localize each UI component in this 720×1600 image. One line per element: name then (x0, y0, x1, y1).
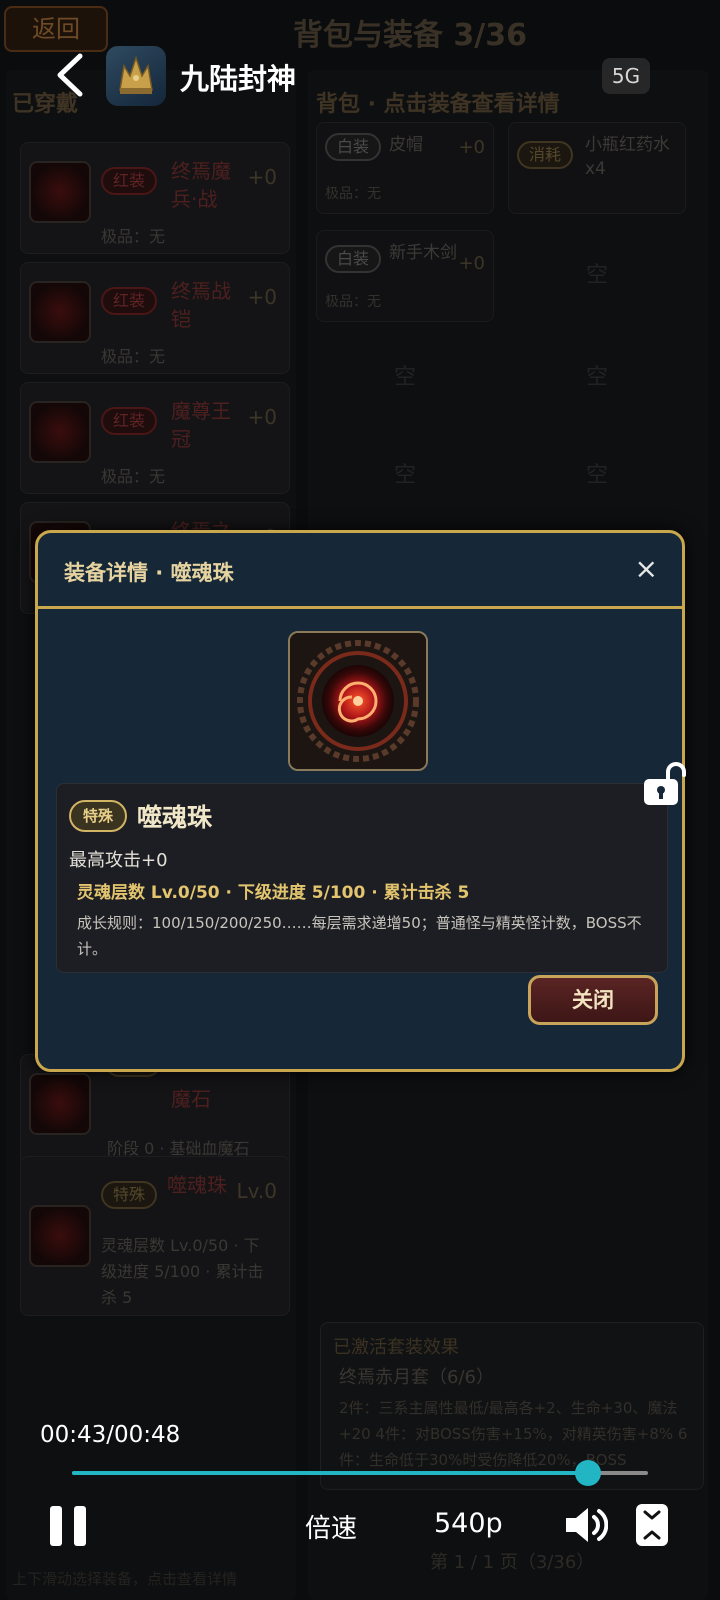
bag-item[interactable]: 白装 皮帽 +0 极品：无 (316, 122, 494, 214)
volume-icon[interactable] (564, 1504, 609, 1546)
game-title: 背包与装备 3/36 (292, 18, 528, 53)
close-button[interactable]: 关闭 (528, 975, 658, 1025)
worn-item[interactable]: 红装 终焉魔兵·战 +0 极品：无 (20, 142, 290, 254)
grade-tag: 红装 (101, 407, 158, 435)
equip-name: 魔石 (171, 1087, 211, 1111)
grade-tag: 白装 (325, 133, 382, 161)
fullscreen-icon[interactable] (636, 1504, 668, 1546)
grade-tag: 红装 (101, 287, 158, 315)
equip-thumbnail (29, 401, 91, 463)
pause-icon[interactable] (50, 1506, 88, 1546)
equip-thumbnail (29, 281, 91, 343)
bag-item-sub: 极品：无 (325, 186, 381, 202)
bag-item-name: 皮帽 (389, 135, 423, 155)
playback-time: 00:43/00:48 (40, 1422, 181, 1448)
seek-bar[interactable] (72, 1460, 648, 1486)
worn-item[interactable]: 红装 魔尊王冠 +0 极品：无 (20, 382, 290, 494)
app-name: 九陆封神 (180, 62, 297, 96)
bag-item-name: 新手木剑 (389, 243, 457, 263)
bag-item-plus: +0 (458, 253, 485, 274)
grade-tag: 特殊 (101, 1181, 158, 1209)
network-badge: 5G (602, 58, 650, 94)
grade-tag: 红装 (101, 167, 158, 195)
growth-rule: 成长规则：100/150/200/250……每层需求递增50；普通怪与精英怪计数… (77, 914, 642, 958)
item-info-panel: 特殊 噬魂珠 最高攻击+0 灵魂层数 Lv.0/50 · 下级进度 5/100 … (56, 783, 668, 973)
worn-item[interactable]: 红装 终焉战铠 +0 极品：无 (20, 262, 290, 374)
equip-sub: 灵魂层数 Lv.0/50 · 下级进度 5/100 · 累计击杀 5 (101, 1236, 264, 1307)
set-effects-title: 已激活套装效果 (333, 1337, 459, 1358)
bag-empty-slot[interactable]: 空 (508, 332, 686, 424)
equip-sub: 极品：无 (101, 227, 166, 246)
equipment-detail-modal: 装备详情 · 噬魂珠 × 特殊 噬魂珠 最高攻击+0 灵魂层数 Lv.0/50 … (35, 530, 686, 1072)
equip-thumbnail (29, 161, 91, 223)
equip-name: 魔尊王冠 (171, 399, 231, 451)
special-tag: 特殊 (69, 800, 128, 832)
modal-header: 装备详情 · 噬魂珠 × (38, 533, 682, 609)
grade-tag: 白装 (325, 245, 382, 273)
bag-empty-slot[interactable]: 空 (316, 332, 494, 424)
bag-item-plus: +0 (458, 137, 485, 158)
equip-plus: +0 (247, 405, 277, 429)
equip-plus: +0 (247, 165, 277, 189)
set-effects-panel: 已激活套装效果 终焉赤月套（6/6） 2件：三系主属性最低/最高各+2、生命+3… (320, 1322, 704, 1490)
bag-empty-slot[interactable]: 空 (508, 430, 686, 522)
equip-thumbnail (29, 1205, 91, 1267)
close-icon[interactable]: × (635, 551, 658, 587)
bottom-hint: 上下滑动选择装备，点击查看详情 (12, 1570, 238, 1588)
equip-thumbnail (29, 1073, 91, 1135)
back-arrow-icon[interactable] (50, 52, 90, 98)
equip-plus: Lv.0 (236, 1179, 277, 1203)
worn-item[interactable]: 特殊 噬魂珠 Lv.0 灵魂层数 Lv.0/50 · 下级进度 5/100 · … (20, 1156, 290, 1316)
equip-sub: 极品：无 (101, 347, 166, 366)
modal-title: 装备详情 · 噬魂珠 (64, 561, 234, 585)
item-stat: 最高攻击+0 (69, 850, 168, 871)
seek-progress (72, 1471, 589, 1475)
set-name: 终焉赤月套（6/6） (339, 1367, 494, 1388)
soul-orb-icon (288, 631, 428, 771)
soul-progress: 灵魂层数 Lv.0/50 · 下级进度 5/100 · 累计击杀 5 (77, 883, 470, 903)
equip-name: 噬魂珠 (167, 1173, 227, 1197)
bag-empty-slot[interactable]: 空 (316, 430, 494, 522)
equip-name: 终焉魔兵·战 (171, 159, 231, 211)
item-name: 噬魂珠 (137, 803, 213, 832)
game-back-button[interactable]: 返回 (4, 6, 108, 52)
grade-tag: 消耗 (517, 141, 574, 169)
unlock-icon[interactable] (642, 761, 686, 809)
bag-title: 背包 · 点击装备查看详情 (316, 92, 560, 117)
app-logo[interactable] (106, 46, 166, 106)
bag-item-name: 小瓶红药水 x4 (585, 135, 670, 179)
bag-item[interactable]: 消耗 小瓶红药水 x4 (508, 122, 686, 214)
equip-sub: 极品：无 (101, 467, 166, 486)
speed-button[interactable]: 倍速 (305, 1508, 357, 1545)
quality-button[interactable]: 540p (434, 1508, 503, 1539)
bag-item-sub: 极品：无 (325, 294, 381, 310)
seek-thumb[interactable] (575, 1460, 602, 1486)
set-effects-text: 2件：三系主属性最低/最高各+2、生命+30、魔法+20 4件：对BOSS伤害+… (339, 1399, 688, 1469)
bag-item[interactable]: 白装 新手木剑 +0 极品：无 (316, 230, 494, 322)
equip-name: 终焉战铠 (171, 279, 231, 331)
equip-plus: +0 (247, 285, 277, 309)
bag-empty-slot[interactable]: 空 (508, 230, 686, 322)
bag-pager[interactable]: 第 1 / 1 页（3/36） (430, 1548, 594, 1574)
